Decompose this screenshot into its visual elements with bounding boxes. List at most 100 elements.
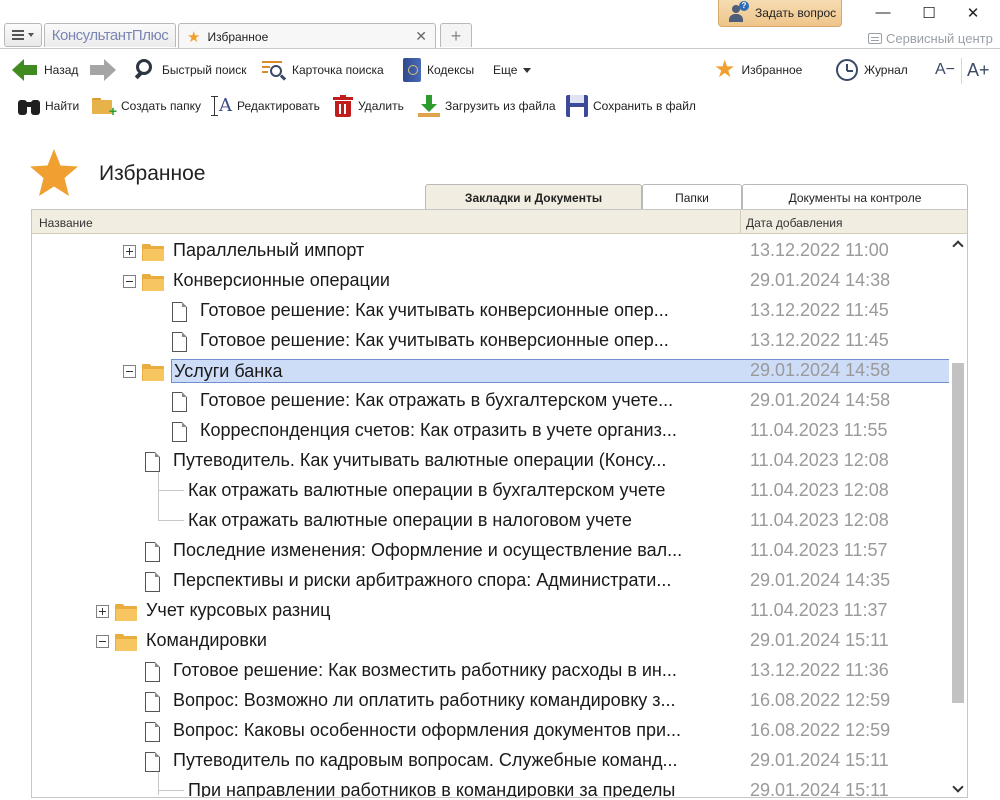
row-date: 11.04.2023 12:08 <box>750 480 889 500</box>
document-row[interactable]: Готовое решение: Как возместить работник… <box>32 655 949 685</box>
create-folder-label: Создать папку <box>121 99 201 113</box>
codexes-label: Кодексы <box>427 63 475 77</box>
column-header-date[interactable]: Дата добавления <box>746 216 842 230</box>
close-tab-icon[interactable]: ✕ <box>415 28 427 45</box>
back-button[interactable]: Назад <box>12 52 78 88</box>
row-title[interactable]: Готовое решение: Как отражать в бухгалте… <box>198 389 732 413</box>
close-window-button[interactable]: ✕ <box>958 4 988 22</box>
journal-button[interactable]: Журнал <box>836 52 908 88</box>
bookmark-row[interactable]: Как отражать валютные операции в налогов… <box>32 505 949 535</box>
download-icon <box>418 95 440 117</box>
search-card-button[interactable]: Карточка поиска <box>262 52 384 88</box>
folder-row[interactable]: Услуги банка 29.01.2024 14:58 <box>32 355 949 385</box>
find-button[interactable]: Найти <box>18 90 79 122</box>
row-date: 11.04.2023 12:08 <box>750 450 889 470</box>
more-menu-button[interactable]: Еще <box>493 52 532 88</box>
row-title[interactable]: Готовое решение: Как учитывать конверсио… <box>198 329 732 353</box>
favorites-button[interactable]: ★ Избранное <box>714 52 802 88</box>
row-title[interactable]: Как отражать валютные операции в бухгалт… <box>186 479 732 503</box>
document-row[interactable]: Готовое решение: Как отражать в бухгалте… <box>32 385 949 415</box>
quick-search-label: Быстрый поиск <box>162 63 247 77</box>
collapse-icon[interactable] <box>96 635 109 648</box>
scroll-thumb[interactable] <box>952 363 964 703</box>
scroll-up-icon[interactable] <box>953 239 963 249</box>
row-date: 29.01.2024 15:11 <box>750 780 889 798</box>
tab-folders[interactable]: Папки <box>642 184 742 210</box>
row-title[interactable]: Вопрос: Возможно ли оплатить работнику к… <box>171 689 732 713</box>
folder-icon <box>115 604 137 621</box>
row-title[interactable]: Путеводитель по кадровым вопросам. Служе… <box>171 749 732 773</box>
row-title[interactable]: Готовое решение: Как учитывать конверсио… <box>198 299 732 323</box>
scroll-down-icon[interactable] <box>953 784 963 794</box>
row-title[interactable]: Как отражать валютные операции в налогов… <box>186 509 732 533</box>
maximize-button[interactable]: ☐ <box>914 4 944 22</box>
document-row[interactable]: Вопрос: Возможно ли оплатить работнику к… <box>32 685 949 715</box>
tab-bookmarks-documents[interactable]: Закладки и Документы <box>425 184 642 211</box>
document-row[interactable]: Путеводитель по кадровым вопросам. Служе… <box>32 745 949 775</box>
forward-button[interactable] <box>90 52 122 88</box>
ask-question-button[interactable]: ? Задать вопрос <box>718 0 842 27</box>
codexes-button[interactable]: Кодексы <box>403 52 474 88</box>
folder-row[interactable]: Учет курсовых разниц 11.04.2023 11:37 <box>32 595 949 625</box>
folder-row[interactable]: Конверсионные операции 29.01.2024 14:38 <box>32 265 949 295</box>
codex-book-icon <box>403 58 421 82</box>
tab-controlled-documents[interactable]: Документы на контроле <box>742 184 968 210</box>
folder-row[interactable]: Параллельный импорт 13.12.2022 11:00 <box>32 235 949 265</box>
row-date: 13.12.2022 11:45 <box>750 300 889 320</box>
row-title[interactable]: Путеводитель. Как учитывать валютные опе… <box>171 449 732 473</box>
more-label: Еще <box>493 63 518 77</box>
row-date: 29.01.2024 15:11 <box>750 630 889 650</box>
row-date: 11.04.2023 11:57 <box>750 540 888 560</box>
expand-icon[interactable] <box>96 605 109 618</box>
document-icon <box>145 752 160 772</box>
font-larger-button[interactable]: A+ <box>967 52 990 88</box>
tab-favorites[interactable]: ★ Избранное ✕ <box>178 23 436 49</box>
document-row[interactable]: Готовое решение: Как учитывать конверсио… <box>32 325 949 355</box>
row-date: 29.01.2024 14:35 <box>750 570 891 590</box>
document-row[interactable]: Последние изменения: Оформление и осущес… <box>32 535 949 565</box>
row-title[interactable]: Готовое решение: Как возместить работник… <box>171 659 732 683</box>
load-from-file-button[interactable]: Загрузить из файла <box>418 90 556 122</box>
trash-icon <box>333 95 353 117</box>
vertical-scrollbar[interactable] <box>949 235 967 797</box>
logo-tab[interactable]: КонсультантПлюс <box>44 23 176 47</box>
delete-button[interactable]: Удалить <box>333 90 404 122</box>
quick-search-button[interactable]: Быстрый поиск <box>134 52 246 88</box>
folder-row[interactable]: Командировки 29.01.2024 15:11 <box>32 625 949 655</box>
collapse-icon[interactable] <box>123 275 136 288</box>
main-menu-button[interactable] <box>4 23 42 47</box>
row-title[interactable]: Конверсионные операции <box>171 269 732 293</box>
document-row[interactable]: Готовое решение: Как учитывать конверсио… <box>32 295 949 325</box>
column-divider[interactable] <box>740 210 741 234</box>
row-title[interactable]: Командировки <box>144 629 732 653</box>
row-date: 29.01.2024 14:58 <box>750 360 891 380</box>
folder-icon <box>142 274 164 291</box>
row-title[interactable]: Корреспонденция счетов: Как отразить в у… <box>198 419 732 443</box>
font-smaller-button[interactable]: A− <box>935 52 955 88</box>
service-center-label: Сервисный центр <box>886 31 993 46</box>
service-center-link[interactable]: Сервисный центр <box>868 31 993 46</box>
document-row[interactable]: Вопрос: Каковы особенности оформления до… <box>32 715 949 745</box>
row-title[interactable]: Параллельный импорт <box>171 239 732 263</box>
edit-label: Редактировать <box>237 99 320 113</box>
bookmark-row[interactable]: При направлении работников в командировк… <box>32 775 949 798</box>
edit-button[interactable]: A Редактировать <box>211 90 320 122</box>
collapse-icon[interactable] <box>123 365 136 378</box>
bookmark-row[interactable]: Как отражать валютные операции в бухгалт… <box>32 475 949 505</box>
row-title[interactable]: Последние изменения: Оформление и осущес… <box>171 539 732 563</box>
row-title[interactable]: При направлении работников в командировк… <box>186 779 732 797</box>
minimize-button[interactable]: — <box>868 4 898 21</box>
document-row[interactable]: Перспективы и риски арбитражного спора: … <box>32 565 949 595</box>
document-row[interactable]: Путеводитель. Как учитывать валютные опе… <box>32 445 949 475</box>
row-title[interactable]: Перспективы и риски арбитражного спора: … <box>171 569 732 593</box>
create-folder-button[interactable]: + Создать папку <box>92 90 201 122</box>
new-tab-button[interactable]: + <box>440 23 472 47</box>
document-row[interactable]: Корреспонденция счетов: Как отразить в у… <box>32 415 949 445</box>
save-to-file-button[interactable]: Сохранить в файл <box>566 90 696 122</box>
text-edit-icon: A <box>211 95 232 117</box>
column-header-name[interactable]: Название <box>39 216 93 230</box>
search-card-icon <box>262 59 287 81</box>
expand-icon[interactable] <box>123 245 136 258</box>
row-title[interactable]: Вопрос: Каковы особенности оформления до… <box>171 719 732 743</box>
row-title[interactable]: Учет курсовых разниц <box>144 599 732 623</box>
